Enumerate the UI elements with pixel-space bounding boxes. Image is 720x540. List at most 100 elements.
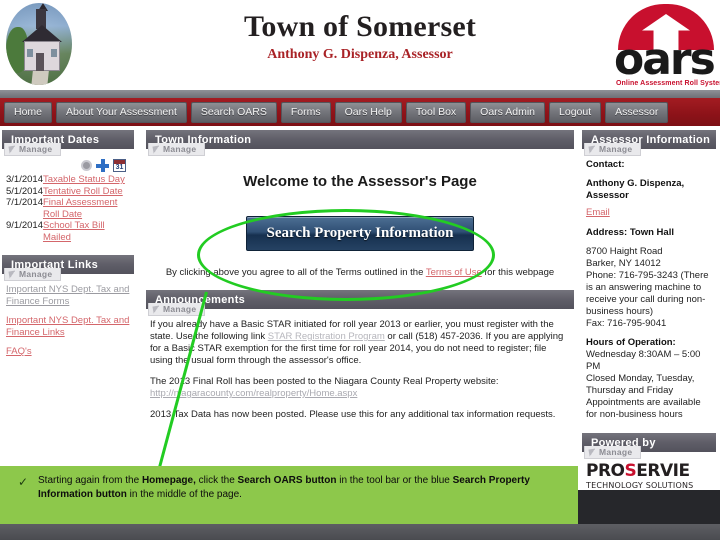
search-button-wrapper: Search Property Information [150, 216, 570, 251]
instruction-text: Starting again from the Homepage, click … [38, 474, 568, 524]
oars-logo-tagline: Online Assessment Roll System [616, 80, 720, 87]
proserve-pro-text: PRO [586, 461, 625, 481]
search-property-information-button[interactable]: Search Property Information [245, 216, 475, 251]
town-information-body: Welcome to the Assessor's Page Search Pr… [146, 149, 574, 282]
link-nys-tax-finance-forms[interactable]: Important NYS Dept. Tax and Finance Form… [6, 284, 130, 307]
proserve-ervie-text: ERVIE [636, 461, 690, 481]
hours-line-2: Closed Monday, Tuesday, Thursday and Fri… [586, 373, 695, 396]
announcement-tax-data-paragraph: 2013 Tax Data has now been posted. Pleas… [150, 409, 556, 420]
assessor-email-link[interactable]: Email [586, 207, 610, 218]
assessor-information-header: Assessor Information Manage [582, 130, 716, 156]
manage-tab[interactable]: Manage [584, 143, 642, 156]
link-nys-tax-finance-links[interactable]: Important NYS Dept. Tax and Finance Link… [6, 315, 130, 338]
announcements-panel: Announcements Manage If you already have… [146, 290, 574, 434]
date-value: 7/1/2014 [6, 197, 43, 208]
nav-item-tool-box[interactable]: Tool Box [405, 101, 467, 123]
nav-item-assessor[interactable]: Assessor [605, 101, 669, 123]
dark-bottom-right-region [578, 490, 720, 524]
address-label: Address: Town Hall [586, 227, 674, 238]
proserve-wordmark: PROSERVIE [586, 462, 714, 480]
date-label-link[interactable]: Final Assessment Roll Date [43, 197, 130, 220]
nav-item-forms[interactable]: Forms [280, 101, 331, 123]
nav-item-about-your-assessment[interactable]: About Your Assessment [56, 101, 187, 123]
terms-of-use-link[interactable]: Terms of Use [426, 267, 482, 278]
terms-notice: By clicking above you agree to all of th… [150, 267, 570, 278]
important-dates-body: 31 3/1/2014 Taxable Status Day 5/1/2014 … [2, 149, 134, 247]
instruction-part-3: in the tool bar or the blue [336, 475, 453, 486]
fax-number: Fax: 716-795-9041 [586, 318, 667, 329]
manage-label: Manage [19, 144, 53, 154]
date-label-link[interactable]: Taxable Status Day [43, 174, 125, 186]
important-date-row: 5/1/2014 Tentative Roll Date [6, 186, 130, 198]
instruction-bold-search-oars: Search OARS button [237, 475, 337, 486]
hours-label: Hours of Operation: [586, 337, 676, 348]
calendar-icon[interactable]: 31 [113, 159, 126, 172]
important-dates-panel: Important Dates Manage 31 3/1/2014 Taxab… [2, 130, 134, 247]
link-faqs[interactable]: FAQ's [6, 346, 130, 358]
add-icon[interactable] [96, 159, 109, 172]
address-line-2: Barker, NY 14012 [586, 258, 661, 269]
important-date-row: 7/1/2014 Final Assessment Roll Date [6, 197, 130, 220]
nav-item-logout[interactable]: Logout [549, 101, 602, 123]
town-information-header: Town Information Manage [146, 130, 574, 156]
town-information-panel: Town Information Manage Welcome to the A… [146, 130, 574, 282]
manage-tab[interactable]: Manage [4, 143, 62, 156]
important-links-body: Important NYS Dept. Tax and Finance Form… [2, 274, 134, 370]
niagara-county-website-link[interactable]: http://niagaracounty.com/realproperty/Ho… [150, 388, 570, 400]
checkmark-icon: ✓ [17, 475, 29, 489]
gear-icon[interactable] [81, 160, 92, 171]
pencil-icon [8, 269, 17, 279]
date-value: 9/1/2014 [6, 220, 43, 231]
important-links-panel: Important Links Manage Important NYS Dep… [2, 255, 134, 370]
nav-item-home[interactable]: Home [4, 101, 53, 123]
instruction-bold-homepage: Homepage, [141, 475, 196, 486]
manage-tab[interactable]: Manage [148, 303, 206, 316]
pencil-icon [8, 144, 17, 154]
important-dates-header: Important Dates Manage [2, 130, 134, 156]
bottom-bar [0, 524, 720, 540]
important-date-row: 9/1/2014 School Tax Bill Mailed [6, 220, 130, 243]
proserve-tagline: TECHNOLOGY SOLUTIONS [586, 481, 694, 490]
nav-item-search-oars[interactable]: Search OARS [190, 101, 277, 123]
dates-toolbar: 31 [6, 159, 130, 172]
important-links-header: Important Links Manage [2, 255, 134, 281]
date-label-link[interactable]: School Tax Bill Mailed [43, 220, 130, 243]
nav-top-strip [0, 90, 720, 98]
right-sidebar: Assessor Information Manage Contact: Ant… [578, 126, 720, 494]
pencil-icon [152, 144, 161, 154]
important-date-row: 3/1/2014 Taxable Status Day [6, 174, 130, 186]
pencil-icon [588, 447, 597, 457]
manage-tab[interactable]: Manage [148, 143, 206, 156]
hours-line-1: Wednesday 8:30AM – 5:00 PM [586, 349, 701, 372]
manage-label: Manage [163, 304, 197, 314]
star-registration-program-link[interactable]: STAR Registration Program [268, 331, 385, 342]
main-navigation: Home About Your Assessment Search OARS F… [0, 98, 720, 126]
announcements-header: Announcements Manage [146, 290, 574, 316]
terms-post-text: for this webpage [481, 267, 555, 278]
announcement-star-paragraph: If you already have a Basic STAR initiat… [150, 319, 570, 367]
manage-tab[interactable]: Manage [4, 268, 62, 281]
instruction-callout: ✓ Starting again from the Homepage, clic… [0, 466, 578, 524]
assessor-name: Anthony G. Dispenza, Assessor [586, 178, 685, 201]
proserve-s-text: S [624, 461, 637, 481]
date-label-link[interactable]: Tentative Roll Date [43, 186, 123, 198]
nav-item-oars-admin[interactable]: Oars Admin [470, 101, 546, 123]
pencil-icon [588, 144, 597, 154]
manage-label: Manage [599, 447, 633, 457]
oars-logo-wordmark: oars [614, 34, 716, 85]
nav-item-oars-help[interactable]: Oars Help [334, 101, 402, 123]
instruction-part-1: Starting again from the [38, 475, 142, 486]
instruction-part-4: in the middle of the page. [126, 489, 242, 500]
main-column: Town Information Manage Welcome to the A… [136, 126, 578, 460]
announcements-body: If you already have a Basic STAR initiat… [146, 309, 574, 434]
date-value: 5/1/2014 [6, 185, 43, 197]
hours-line-3: Appointments are available for non-busin… [586, 397, 701, 420]
address-line-1: 8700 Haight Road [586, 246, 663, 257]
phone-number: Phone: 716-795-3243 (There is an answeri… [586, 270, 709, 317]
left-sidebar: Important Dates Manage 31 3/1/2014 Taxab… [0, 126, 136, 460]
assessor-information-body: Contact: Anthony G. Dispenza, Assessor E… [582, 149, 716, 425]
manage-label: Manage [599, 144, 633, 154]
manage-tab[interactable]: Manage [584, 446, 642, 459]
